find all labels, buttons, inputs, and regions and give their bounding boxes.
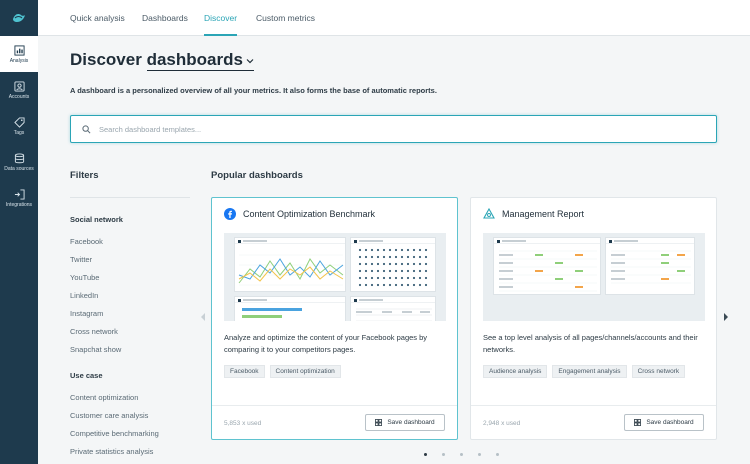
search-input[interactable]	[99, 124, 699, 134]
facebook-icon	[224, 208, 236, 220]
search-icon	[82, 124, 91, 133]
carousel-dot[interactable]	[442, 453, 445, 456]
filter-cross-network[interactable]: Cross network	[70, 327, 118, 336]
sidebar-item-label: Analysis	[9, 57, 29, 64]
dashboard-preview-image	[224, 233, 446, 321]
dashboard-grid-icon	[375, 419, 383, 426]
dashboard-grid-icon	[634, 419, 642, 426]
card-footer-divider	[212, 405, 457, 406]
popular-dashboards-title: Popular dashboards	[211, 170, 303, 181]
preview-panel-top-pages	[605, 237, 695, 295]
filters-title: Filters	[70, 170, 99, 181]
preview-metrics-table	[499, 250, 597, 292]
sidebar-item-accounts[interactable]: Accounts	[0, 72, 38, 108]
logo-icon	[13, 14, 25, 22]
search-box[interactable]	[70, 115, 717, 143]
tag-engagement-analysis[interactable]: Engagement analysis	[552, 365, 627, 378]
sidebar-item-label: Tags	[13, 129, 25, 136]
preview-bar-rows	[242, 308, 302, 318]
tab-quick-analysis[interactable]: Quick analysis	[70, 0, 125, 36]
preview-top-pages	[611, 250, 691, 284]
card-title: Content Optimization Benchmark	[243, 209, 376, 219]
usage-count: 5,853 x used	[224, 420, 262, 427]
card-title: Management Report	[502, 209, 585, 219]
page-title: Discover dashboards	[70, 50, 254, 71]
card-description: See a top level analysis of all pages/ch…	[483, 333, 698, 354]
tab-custom-metrics[interactable]: Custom metrics	[256, 0, 315, 36]
page-title-prefix: Discover	[70, 50, 142, 69]
filter-linkedin[interactable]: LinkedIn	[70, 291, 98, 300]
carousel-dot[interactable]	[496, 453, 499, 456]
card-header: Management Report	[483, 208, 584, 220]
save-button-label: Save dashboard	[646, 419, 694, 426]
preview-panel-dot-matrix	[350, 237, 436, 292]
tag-icon	[13, 116, 25, 128]
carousel-dot[interactable]	[460, 453, 463, 456]
dashboard-preview-image	[483, 233, 705, 321]
chevron-down-icon	[246, 58, 254, 63]
card-header: Content Optimization Benchmark	[224, 208, 375, 220]
sidebar: Analysis Accounts Tags Data sources Inte…	[0, 0, 38, 464]
filters-divider	[70, 197, 190, 198]
card-description: Analyze and optimize the content of your…	[224, 333, 428, 354]
accounts-icon	[13, 80, 25, 92]
database-icon	[14, 152, 24, 163]
dashboard-card-management-report[interactable]: Management Report See a top level analys…	[470, 197, 717, 440]
filter-competitive-benchmarking[interactable]: Competitive benchmarking	[70, 429, 159, 438]
tag-audience-analysis[interactable]: Audience analysis	[483, 365, 548, 378]
filter-facebook[interactable]: Facebook	[70, 237, 103, 246]
preview-panel-table	[350, 296, 436, 321]
preview-panel-bars	[234, 296, 346, 321]
app-logo[interactable]	[0, 0, 38, 36]
filter-group-social-network: Social network	[70, 215, 123, 224]
card-tags: Facebook Content optimization	[224, 365, 341, 378]
save-dashboard-button[interactable]: Save dashboard	[624, 414, 704, 431]
page-subtitle: A dashboard is a personalized overview o…	[70, 86, 437, 95]
carousel-pagination	[424, 453, 499, 456]
filter-private-statistics-analysis[interactable]: Private statistics analysis	[70, 447, 153, 456]
preview-panel-line-chart	[234, 237, 346, 292]
carousel-dot[interactable]	[478, 453, 481, 456]
carousel-dot[interactable]	[424, 453, 427, 456]
usage-count: 2,948 x used	[483, 420, 521, 427]
sidebar-item-integrations[interactable]: Integrations	[0, 180, 38, 216]
top-nav: Quick analysis Dashboards Discover Custo…	[38, 0, 750, 36]
sidebar-item-data-sources[interactable]: Data sources	[0, 144, 38, 180]
filter-youtube[interactable]: YouTube	[70, 273, 99, 282]
sidebar-item-label: Accounts	[8, 93, 30, 100]
tag-cross-network[interactable]: Cross network	[631, 365, 686, 378]
sidebar-item-tags[interactable]: Tags	[0, 108, 38, 144]
tag-content-optimization[interactable]: Content optimization	[269, 365, 341, 378]
dashboard-card-content-optimization[interactable]: Content Optimization Benchmark Analyze a…	[211, 197, 458, 440]
filter-twitter[interactable]: Twitter	[70, 255, 92, 264]
filter-customer-care-analysis[interactable]: Customer care analysis	[70, 411, 148, 420]
filter-snapchat-show[interactable]: Snapchat show	[70, 345, 121, 354]
preview-dot-matrix	[358, 248, 428, 287]
preview-table-rows	[356, 308, 432, 321]
dashboards-dropdown[interactable]: dashboards	[146, 50, 254, 71]
dropdown-value: dashboards	[146, 50, 243, 69]
filter-content-optimization[interactable]: Content optimization	[70, 393, 138, 402]
carousel-prev-icon[interactable]	[199, 312, 207, 322]
preview-line-chart	[238, 254, 344, 286]
sidebar-item-label: Integrations	[5, 201, 33, 208]
integrations-icon	[14, 188, 25, 200]
carousel-next-icon[interactable]	[722, 312, 730, 322]
tab-discover[interactable]: Discover	[204, 0, 238, 36]
card-footer-divider	[471, 405, 716, 406]
card-tags: Audience analysis Engagement analysis Cr…	[483, 365, 686, 378]
sidebar-item-analysis[interactable]: Analysis	[0, 36, 38, 72]
tag-facebook[interactable]: Facebook	[224, 365, 265, 378]
filter-group-use-case: Use case	[70, 371, 103, 380]
sidebar-item-label: Data sources	[4, 165, 34, 172]
bar-chart-icon	[13, 44, 25, 56]
filter-instagram[interactable]: Instagram	[70, 309, 103, 318]
save-button-label: Save dashboard	[387, 419, 435, 426]
save-dashboard-button[interactable]: Save dashboard	[365, 414, 445, 431]
management-report-icon	[483, 208, 495, 219]
preview-panel-metrics-table	[493, 237, 601, 295]
tab-dashboards[interactable]: Dashboards	[142, 0, 188, 36]
